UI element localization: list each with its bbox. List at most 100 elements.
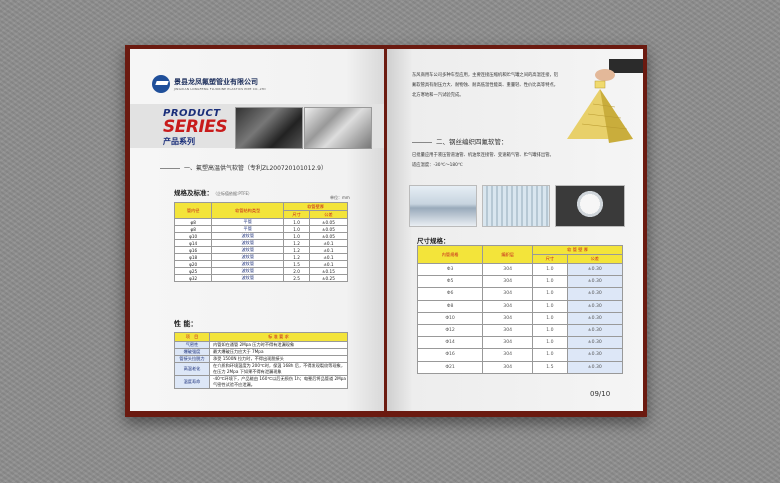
table-cell: φ10	[173, 232, 213, 240]
table-row: 气密性 内管如在通管 2Mpa 压力时不得有泄漏现象	[174, 341, 348, 349]
table-cell: 1.0	[532, 323, 568, 338]
table-cell: ±0.30	[566, 275, 624, 289]
table-cell: ±0.1	[308, 253, 349, 261]
product-photo-hose-1	[235, 107, 303, 149]
table-cell: 1.0	[532, 336, 568, 350]
table-cell: 304	[482, 262, 534, 277]
table-row: Φ5 304 1.0 ±0.30	[416, 275, 624, 289]
table-cell: ±0.30	[566, 323, 624, 338]
size-table: 内管规格 编织层 软 管 壁 厚 尺寸 公差 Φ3 304 1.0 ±0.30 Φ5 30…	[416, 245, 624, 374]
table-row: Φ3 304 1.0 ±0.30	[416, 262, 624, 277]
table-row: φ32 波纹管 2.5 ±0.25	[173, 274, 349, 282]
table-cell: 304	[482, 360, 534, 374]
table-cell: ±0.15	[308, 267, 349, 275]
table-cell: 承受 1500N 拉力时，不得出现脱接头	[209, 355, 348, 363]
performance-table-body: 气密性 内管如在通管 2Mpa 压力时不得有泄漏现象 爆破强度 最大爆破压力应大于 7…	[174, 341, 348, 389]
table-cell: 1.5	[532, 360, 568, 374]
gold-pyramid-hand-image	[567, 59, 643, 143]
table-cell: φ18	[173, 253, 213, 261]
product-photo-hose-2	[304, 107, 372, 149]
table-cell: 波纹管	[211, 253, 285, 261]
table-cell: ±0.1	[308, 260, 349, 268]
series-cn-heading: 产品系列	[163, 137, 195, 146]
table-cell: 1.0	[532, 262, 568, 277]
table-cell: 1.0	[283, 232, 310, 240]
table-cell: ±0.05	[308, 218, 349, 226]
table-cell: 1.2	[283, 253, 310, 261]
perf-header-item: 项 目	[174, 332, 210, 342]
table-cell: 波纹管	[211, 274, 285, 282]
section2-title: 二、钢丝编织四氟软管：	[412, 136, 508, 146]
table-cell: 1.5	[283, 260, 310, 268]
table-cell: 304	[482, 336, 534, 350]
spec-label: 规格及标准：（企标值依据:PTFE）	[174, 189, 253, 197]
size-subheader-tolerance: 公差	[566, 254, 624, 264]
table-cell: φ8	[173, 225, 213, 233]
table-cell: 304	[482, 299, 534, 313]
table-cell: 平管	[211, 218, 285, 226]
spec-subheader-size: 尺寸	[283, 210, 310, 219]
table-row: Φ16 304 1.0 ±0.30	[416, 348, 624, 362]
table-cell: 2.0	[283, 267, 310, 275]
intro-paragraph: 东风商用车公司多种车型应用，主要连接压缩机和贮气罐之间的高温连接，铝氟软管具有耐…	[412, 73, 559, 98]
page-number: 09/10	[590, 390, 611, 398]
table-cell: ±0.30	[566, 287, 624, 301]
table-cell: Φ3	[416, 262, 484, 277]
table-row: 温度寿命 -40℃环境下，产品能由 160℃以后无损伤 1h；电晕后将品管道 2M…	[174, 375, 348, 389]
table-row: φ20 波纹管 1.5 ±0.1	[173, 260, 349, 268]
table-cell: 1.0	[532, 311, 568, 325]
table-cell: 波纹管	[211, 246, 285, 254]
table-cell: Φ10	[416, 311, 484, 325]
spec-table-body: φ8 平管 1.0 ±0.05 φ8 平管 1.0 ±0.05 φ10 波纹管 1.0 ±0.05 φ1…	[173, 218, 349, 282]
table-row: Φ10 304 1.0 ±0.30	[416, 311, 624, 325]
hose-photo-braided	[482, 185, 550, 227]
table-row: Φ14 304 1.0 ±0.30	[416, 336, 624, 350]
table-cell: Φ8	[416, 299, 484, 313]
size-header-braid: 编织层	[482, 245, 534, 264]
table-cell: 爆破强度	[174, 348, 210, 356]
size-header-wall: 软 管 壁 厚	[532, 245, 623, 255]
table-cell: 304	[482, 311, 534, 325]
table-cell: 管接头拉脱力	[174, 355, 210, 363]
table-cell: φ25	[173, 267, 213, 275]
hose-photo-coiled	[555, 185, 625, 227]
table-cell: 波纹管	[211, 239, 285, 247]
table-cell: 波纹管	[211, 267, 285, 275]
table-cell: Φ14	[416, 336, 484, 350]
table-cell: ±0.05	[308, 225, 349, 233]
table-row: Φ12 304 1.0 ±0.30	[416, 323, 624, 338]
table-cell: 平管	[211, 225, 285, 233]
table-row: Φ6 304 1.0 ±0.30	[416, 287, 624, 301]
table-cell: φ14	[173, 239, 213, 247]
table-cell: 温度寿命	[174, 375, 210, 389]
size-table-body: Φ3 304 1.0 ±0.30 Φ5 304 1.0 ±0.30 Φ6 304 1.0 ±0.30 Φ…	[416, 262, 624, 374]
table-cell: 1.0	[283, 225, 310, 233]
performance-label: 性 能：	[174, 320, 198, 328]
table-row: Φ8 304 1.0 ±0.30	[416, 299, 624, 313]
table-row: φ16 波纹管 1.2 ±0.1	[173, 246, 349, 254]
table-cell: Φ6	[416, 287, 484, 301]
table-cell: ±0.1	[308, 239, 349, 247]
table-cell: 气密性	[174, 341, 210, 349]
table-cell: ±0.30	[566, 348, 624, 362]
table-cell: φ20	[173, 260, 213, 268]
table-cell: 2.5	[283, 274, 310, 282]
table-row: 爆破强度 最大爆破压力应大于 7Mpa	[174, 348, 348, 356]
table-cell: 波纹管	[211, 232, 285, 240]
table-row: φ8 平管 1.0 ±0.05	[173, 225, 349, 233]
section2-paragraph: 已批量应用于液压管道油管、机油泵连接管、变速箱气管、贮气罐排出管。 适应温度：-…	[412, 153, 554, 168]
series-heading: SERIES	[163, 117, 228, 137]
table-row: φ10 波纹管 1.0 ±0.05	[173, 232, 349, 240]
left-page: 景县龙凤氟塑管业有限公司 JINGXIAN LONGFENG FLUORINE …	[130, 49, 384, 411]
table-cell: ±0.30	[566, 360, 624, 374]
table-cell: ±0.30	[566, 299, 624, 313]
table-cell: ±0.30	[566, 336, 624, 350]
spec-subheader-tolerance: 公差	[308, 210, 349, 219]
table-cell: φ8	[173, 218, 213, 226]
right-page: 东风商用车公司多种车型应用，主要连接压缩机和贮气罐之间的高温连接，铝氟软管具有耐…	[387, 49, 643, 411]
table-row: φ8 平管 1.0 ±0.05	[173, 218, 349, 226]
section1-title: 一、氟塑高温供气软管（专利ZL200720101012.9）	[160, 163, 327, 172]
spec-header-type: 软管结构类型	[211, 202, 285, 219]
table-cell: φ32	[173, 274, 213, 282]
perf-header-requirement: 标 准 要 求	[209, 332, 348, 342]
